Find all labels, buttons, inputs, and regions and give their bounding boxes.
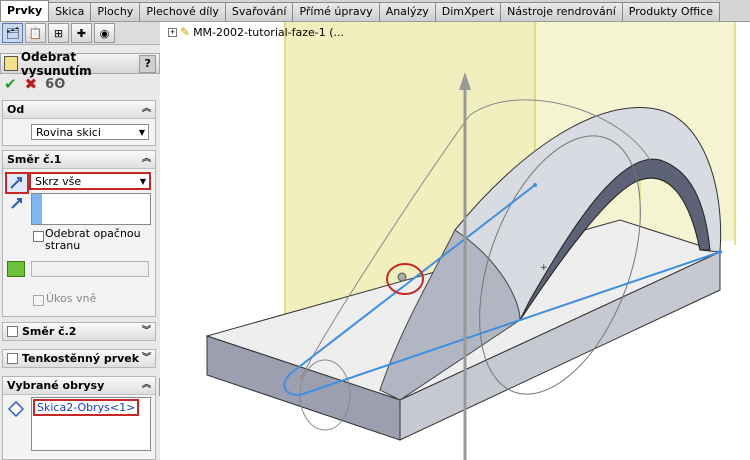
draft-icon[interactable] (7, 261, 25, 277)
collapse-chevron-icon[interactable]: ︽ (142, 377, 151, 394)
expand-chevron-icon[interactable]: ︾ (142, 350, 151, 367)
feature-manager-icon[interactable]: 🗂 (2, 23, 23, 43)
configuration-manager-icon[interactable]: ⊞ (48, 23, 69, 43)
property-manager-icon[interactable]: 📋 (25, 23, 46, 43)
tab-prvky[interactable]: Prvky (0, 0, 50, 21)
direction2-section-header[interactable]: Směr č.2 ︾ (3, 323, 155, 340)
tab-nastroje-rendrovani[interactable]: Nástroje rendrování (500, 2, 623, 21)
direction1-section: Směr č.1 ︽ Skrz vše ▼ Odebrat opačnou str… (2, 150, 156, 317)
selected-contours-section: Vybrané obrysy ︽ Skica2-Obrys<1> (2, 376, 156, 460)
sketch-point (533, 183, 537, 187)
thin-feature-section: Tenkostěnný prvek ︾ (2, 349, 156, 368)
tab-svarovani[interactable]: Svařování (224, 2, 294, 21)
direction2-checkbox[interactable] (7, 326, 18, 337)
graphics-area[interactable]: + (160, 22, 750, 460)
selection-marker (32, 194, 42, 224)
direction-vector-field[interactable] (31, 193, 151, 225)
tab-analyzy[interactable]: Analýzy (378, 2, 436, 21)
tab-produkty-office[interactable]: Produkty Office (621, 2, 720, 21)
draft-outward-label: Úkos vně (46, 292, 97, 305)
tab-prime-upravy[interactable]: Přímé úpravy (292, 2, 380, 21)
dimxpert-manager-icon[interactable]: ✚ (71, 23, 92, 43)
from-select[interactable]: Rovina skici ▼ (31, 124, 149, 140)
part-icon: ✎ (180, 25, 191, 39)
selected-contours-header[interactable]: Vybrané obrysy ︽ (3, 377, 155, 395)
expand-chevron-icon[interactable]: ︾ (142, 323, 151, 340)
chevron-down-icon: ▼ (139, 177, 146, 186)
direction-vector-icon (11, 198, 22, 209)
tab-plochy[interactable]: Plochy (90, 2, 141, 21)
contours-list[interactable]: Skica2-Obrys<1> (31, 397, 151, 451)
property-manager: 🗂 📋 ⊞ ✚ ◉ Odebrat vysunutím ? ✔ ✖ 6ʘ Od … (0, 22, 161, 460)
help-button[interactable]: ? (139, 54, 157, 73)
drag-handle[interactable] (397, 272, 407, 282)
thin-feature-section-header[interactable]: Tenkostěnný prvek ︾ (3, 350, 155, 367)
manager-icon-bar: 🗂 📋 ⊞ ✚ ◉ (0, 22, 160, 45)
direction1-section-header[interactable]: Směr č.1 ︽ (3, 151, 155, 169)
part-name[interactable]: MM-2002-tutorial-faze-1 (... (193, 26, 344, 39)
expand-icon[interactable]: + (168, 27, 177, 37)
tab-plechove-dily[interactable]: Plechové díly (139, 2, 226, 21)
feature-title-bar: Odebrat vysunutím ? (0, 50, 160, 78)
cut-extrude-icon (4, 56, 18, 71)
end-condition-value: Skrz vše (35, 175, 82, 188)
direction1-header-label: Směr č.1 (7, 153, 62, 166)
from-section-header[interactable]: Od ︽ (3, 101, 155, 119)
draft-angle-input[interactable] (31, 261, 149, 277)
detailed-preview-button[interactable]: 6ʘ (45, 77, 65, 92)
sketch-point (718, 250, 722, 254)
thin-feature-header-label: Tenkostěnný prvek (22, 352, 140, 365)
thin-feature-checkbox[interactable] (7, 353, 18, 364)
collapse-chevron-icon[interactable]: ︽ (142, 151, 151, 168)
tab-skica[interactable]: Skica (48, 2, 92, 21)
contour-diamond-icon (8, 401, 24, 417)
from-select-value: Rovina skici (36, 126, 101, 139)
from-section: Od ︽ Rovina skici ▼ (2, 100, 156, 146)
command-manager-tabs: Prvky Skica Plochy Plechové díly Svařová… (0, 0, 750, 22)
chevron-down-icon: ▼ (138, 128, 145, 137)
collapse-chevron-icon[interactable]: ︽ (142, 101, 151, 118)
display-manager-icon[interactable]: ◉ (94, 23, 115, 43)
tab-dimxpert[interactable]: DimXpert (434, 2, 502, 21)
feature-tree-flyout: + ✎ MM-2002-tutorial-faze-1 (... (168, 25, 344, 39)
direction2-section: Směr č.2 ︾ (2, 322, 156, 341)
action-buttons: ✔ ✖ 6ʘ (4, 75, 65, 93)
feature-title: Odebrat vysunutím (20, 49, 92, 78)
contour-list-item[interactable]: Skica2-Obrys<1> (33, 399, 140, 416)
flip-side-checkbox[interactable] (33, 231, 44, 242)
origin-marker: + (540, 263, 548, 273)
selected-contours-label: Vybrané obrysy (7, 379, 105, 392)
direction2-header-label: Směr č.2 (22, 325, 77, 338)
draft-outward-checkbox[interactable] (33, 295, 44, 306)
reverse-direction-icon[interactable] (5, 172, 29, 194)
cancel-button[interactable]: ✖ (25, 75, 38, 93)
flip-side-label: Odebrat opačnou stranu (45, 227, 141, 252)
from-header-label: Od (7, 103, 25, 116)
end-condition-select[interactable]: Skrz vše ▼ (29, 172, 151, 190)
model-viewport: + (205, 22, 736, 460)
reverse-direction-glyph (10, 177, 22, 189)
ok-button[interactable]: ✔ (4, 75, 17, 93)
